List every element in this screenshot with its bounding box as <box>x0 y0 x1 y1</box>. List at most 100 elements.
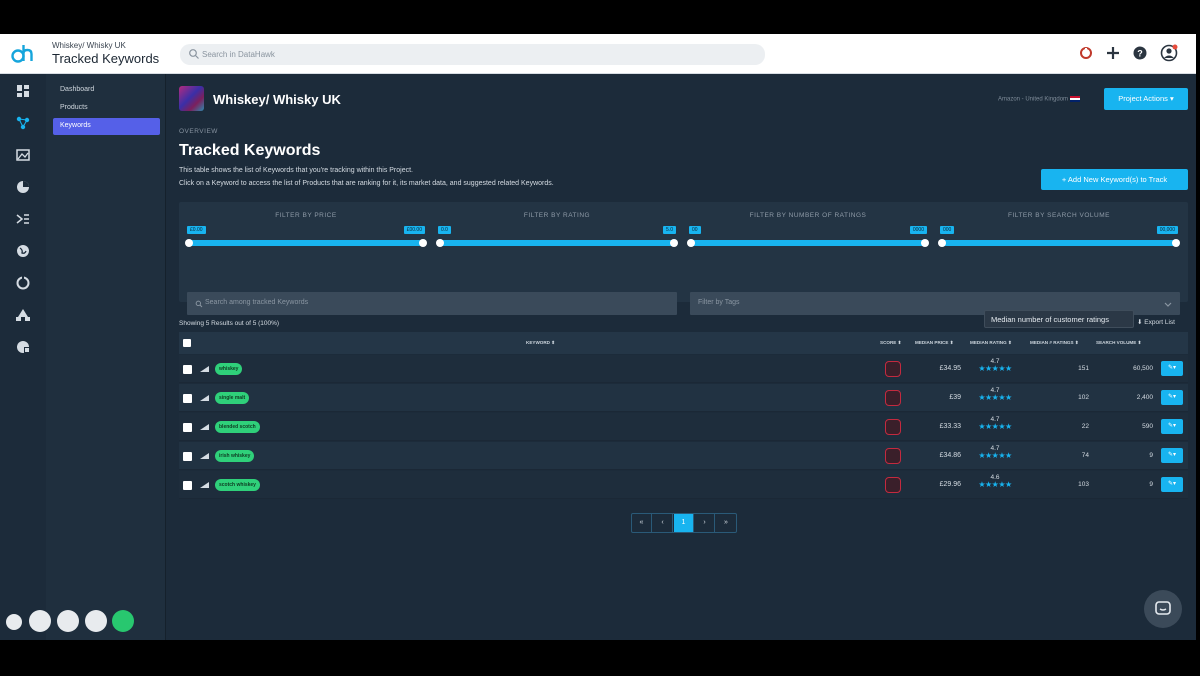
page-next[interactable]: › <box>695 514 715 532</box>
search-volume: 9 <box>1149 481 1153 488</box>
header-page-title: Tracked Keywords <box>52 51 160 66</box>
recorder-pause-button[interactable] <box>85 610 107 632</box>
hierarchy-icon[interactable] <box>14 306 32 324</box>
datahawk-logo[interactable] <box>11 42 37 64</box>
image-report-icon[interactable] <box>14 146 32 164</box>
search-volume: 590 <box>1142 423 1153 430</box>
project-breadcrumb[interactable]: Whiskey/ Whisky UK <box>52 41 126 50</box>
row-actions-button[interactable]: ✎▾ <box>1161 390 1183 405</box>
row-actions-button[interactable]: ✎▾ <box>1161 477 1183 492</box>
page-description-2: Click on a Keyword to access the list of… <box>179 180 554 187</box>
score-badge <box>885 448 901 464</box>
row-actions-button[interactable]: ✎▾ <box>1161 361 1183 376</box>
col-median-price[interactable]: MEDIAN PRICE ⬍ <box>915 340 954 346</box>
recorder-camera-button[interactable] <box>29 610 51 632</box>
row-checkbox[interactable] <box>183 452 192 461</box>
table-row[interactable]: single malt £39 4.7 ★★★★★ 102 2,400 ✎▾ <box>179 384 1188 412</box>
integration-icon[interactable] <box>1077 44 1095 62</box>
nav-item-products[interactable]: Products <box>53 100 160 117</box>
pie-chart-icon[interactable] <box>14 178 32 196</box>
filter-nratings-min-handle[interactable] <box>687 239 695 247</box>
page-description-1: This table shows the list of Keywords th… <box>179 167 413 174</box>
row-checkbox[interactable] <box>183 365 192 374</box>
projects-icon[interactable] <box>14 114 32 132</box>
keyword-tag[interactable]: whiskey <box>215 363 243 375</box>
col-median-ratings[interactable]: MEDIAN # RATINGS ⬍ <box>1030 340 1079 346</box>
row-checkbox[interactable] <box>183 394 192 403</box>
chevron-down-icon <box>1164 302 1172 307</box>
filter-rating-track[interactable] <box>438 240 676 246</box>
filter-price-track[interactable] <box>187 240 425 246</box>
filter-nratings-max-handle[interactable] <box>921 239 929 247</box>
row-checkbox[interactable] <box>183 481 192 490</box>
median-rating: 4.7 ★★★★★ <box>971 387 1019 402</box>
analytics-icon[interactable] <box>14 338 32 356</box>
search-icon <box>195 300 203 308</box>
score-badge <box>885 419 901 435</box>
filter-volume-min-handle[interactable] <box>938 239 946 247</box>
dashboard-icon[interactable] <box>14 82 32 100</box>
recorder-close-button[interactable] <box>57 610 79 632</box>
page-first[interactable]: « <box>632 514 652 532</box>
filter-nratings-min: 00 <box>689 226 701 234</box>
keyword-tag[interactable]: single malt <box>215 392 250 404</box>
table-row[interactable]: scotch whiskey £29.96 4.6 ★★★★★ 103 9 ✎▾ <box>179 471 1188 499</box>
col-keyword[interactable]: KEYWORD ⬍ <box>526 340 555 346</box>
global-search[interactable] <box>180 44 765 65</box>
filter-volume-track[interactable] <box>940 240 1178 246</box>
median-price: £29.96 <box>939 481 961 488</box>
plus-icon[interactable] <box>1104 44 1122 62</box>
row-checkbox[interactable] <box>183 423 192 432</box>
row-actions-button[interactable]: ✎▾ <box>1161 448 1183 463</box>
trend-icon <box>200 424 209 430</box>
tracking-icon[interactable] <box>14 210 32 228</box>
score-badge <box>885 390 901 406</box>
row-actions-button[interactable]: ✎▾ <box>1161 419 1183 434</box>
filter-nratings-track[interactable] <box>689 240 927 246</box>
add-keyword-button[interactable]: + Add New Keyword(s) to Track <box>1041 169 1188 190</box>
filter-rating-max-handle[interactable] <box>670 239 678 247</box>
median-price: £33.33 <box>939 423 961 430</box>
export-list-link[interactable]: ⬇ Export List <box>1137 318 1175 326</box>
recorder-done-button[interactable] <box>112 610 134 632</box>
page-current[interactable]: 1 <box>674 514 694 532</box>
project-actions-button[interactable]: Project Actions ▾ <box>1104 88 1188 110</box>
table-row[interactable]: blended scotch £33.33 4.7 ★★★★★ 22 590 ✎▾ <box>179 413 1188 441</box>
project-nav: Dashboard Products Keywords <box>46 74 166 640</box>
user-avatar-icon[interactable] <box>1160 44 1178 62</box>
filter-volume-max-handle[interactable] <box>1172 239 1180 247</box>
pagination: « ‹ 1 › » <box>631 513 737 533</box>
tooltip: Median number of customer ratings <box>984 310 1134 328</box>
median-ratings-count: 103 <box>1078 481 1089 488</box>
uk-flag-icon <box>1069 96 1080 102</box>
help-icon[interactable]: ? <box>1131 44 1149 62</box>
filter-price-min-handle[interactable] <box>185 239 193 247</box>
filter-nratings-max: 0000 <box>909 226 927 234</box>
median-ratings-count: 151 <box>1078 365 1089 372</box>
nav-item-dashboard[interactable]: Dashboard <box>53 82 160 99</box>
globe-icon[interactable] <box>14 242 32 260</box>
median-price: £34.86 <box>939 452 961 459</box>
keyword-tag[interactable]: blended scotch <box>215 421 260 433</box>
col-search-volume[interactable]: SEARCH VOLUME ⬍ <box>1096 340 1141 346</box>
marketplace-label: Amazon - United Kingdom <box>998 96 1080 103</box>
page-last[interactable]: » <box>716 514 736 532</box>
table-row[interactable]: whiskey £34.95 4.7 ★★★★★ 151 60,500 ✎▾ <box>179 355 1188 383</box>
filter-price-max-handle[interactable] <box>419 239 427 247</box>
select-all-checkbox[interactable] <box>183 339 191 347</box>
results-count: Showing 5 Results out of 5 (100%) <box>179 320 280 327</box>
col-score[interactable]: SCORE ⬍ <box>880 340 901 346</box>
sync-icon[interactable] <box>14 274 32 292</box>
global-search-input[interactable] <box>202 46 742 63</box>
recorder-dot-button[interactable] <box>6 614 22 630</box>
keyword-tag[interactable]: scotch whiskey <box>215 479 260 491</box>
page-prev[interactable]: ‹ <box>653 514 673 532</box>
keyword-search-input[interactable]: Search among tracked Keywords <box>187 292 677 315</box>
keyword-tag[interactable]: irish whiskey <box>215 450 255 462</box>
table-row[interactable]: irish whiskey £34.86 4.7 ★★★★★ 74 9 ✎▾ <box>179 442 1188 470</box>
filter-rating-min-handle[interactable] <box>436 239 444 247</box>
nav-item-keywords[interactable]: Keywords <box>53 118 160 135</box>
col-median-rating[interactable]: MEDIAN RATING ⬍ <box>970 340 1012 346</box>
chat-icon <box>1155 601 1171 615</box>
chat-widget-button[interactable] <box>1144 590 1182 628</box>
